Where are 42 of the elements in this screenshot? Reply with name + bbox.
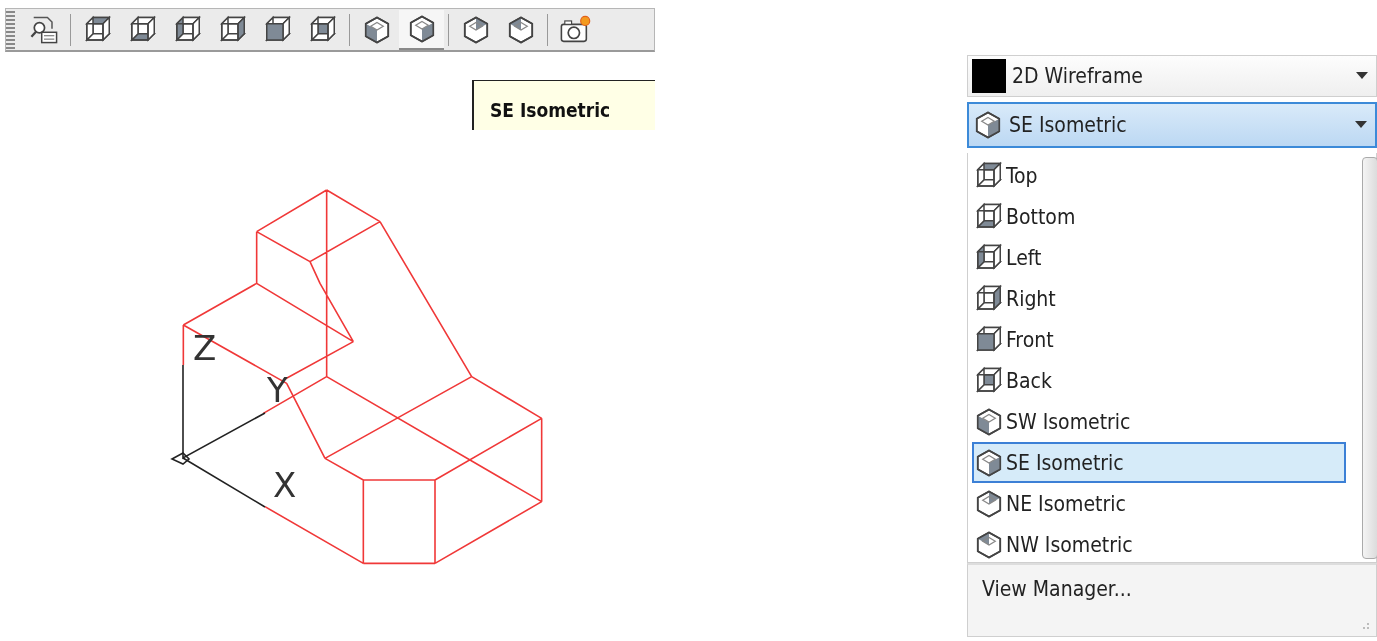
dropdown-caret-icon <box>1356 72 1368 80</box>
view-dropdown[interactable]: SE Isometric <box>967 102 1377 148</box>
cube-icon <box>974 242 1004 273</box>
cube-icon <box>127 14 158 45</box>
isometric-cube-icon <box>974 529 1004 560</box>
toolbar-grip[interactable] <box>6 9 15 50</box>
view-option[interactable]: NW Isometric <box>972 524 1358 565</box>
cube-icon <box>82 14 113 45</box>
view-option[interactable]: NE Isometric <box>972 483 1358 524</box>
view-manager-link[interactable]: View Manager... <box>982 577 1132 601</box>
wireframe-thumbnail-icon <box>972 59 1006 93</box>
axis-label: Y <box>267 370 288 410</box>
cube-icon <box>974 283 1004 314</box>
tooltip: SE Isometric <box>472 80 655 130</box>
view-option[interactable]: Bottom <box>972 196 1358 237</box>
view-option[interactable]: SW Isometric <box>972 401 1358 442</box>
scrollbar-thumb[interactable] <box>1362 157 1377 559</box>
isometric-cube-icon <box>974 488 1004 519</box>
cube-icon <box>307 14 338 45</box>
view-option[interactable]: Back <box>972 360 1358 401</box>
toolbar-button[interactable] <box>399 9 444 50</box>
cube-icon <box>974 324 1004 355</box>
dropdown-caret-icon <box>1355 121 1367 129</box>
visual-style-dropdown[interactable]: 2D Wireframe <box>967 55 1377 97</box>
view-option[interactable]: Left <box>972 237 1358 278</box>
cube-icon <box>974 201 1004 232</box>
cube-icon <box>262 14 293 45</box>
cube-icon <box>217 14 248 45</box>
cube-icon <box>974 365 1004 396</box>
view-option[interactable]: Top <box>972 155 1358 196</box>
view-option[interactable]: Front <box>972 319 1358 360</box>
isometric-cube-icon <box>973 110 1003 140</box>
view-option[interactable]: Right <box>972 278 1358 319</box>
view-option[interactable]: SE Isometric <box>972 442 1346 483</box>
axis-label: X <box>273 465 297 505</box>
resize-grip-icon[interactable] <box>1362 622 1370 630</box>
cube-icon <box>974 160 1004 191</box>
isometric-cube-icon <box>974 406 1004 437</box>
axis-label: Z <box>193 328 217 368</box>
cube-icon <box>172 14 203 45</box>
isometric-cube-icon <box>974 447 1004 478</box>
ucs-axes-icon <box>170 364 266 508</box>
